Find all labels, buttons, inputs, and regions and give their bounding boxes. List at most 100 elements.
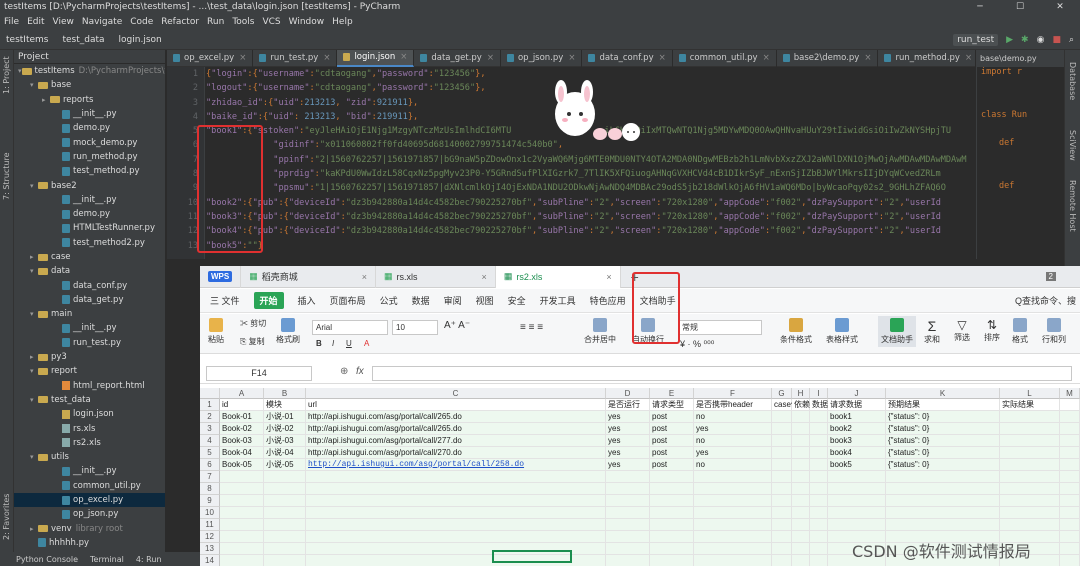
project-tree-item[interactable]: rs2.xls [14, 436, 165, 450]
project-tree-item[interactable]: op_json.py [14, 507, 165, 521]
row-header[interactable]: 11 [200, 519, 220, 531]
wps-menu-item[interactable]: 开始 [253, 292, 284, 309]
grid-cell[interactable]: book1 [828, 411, 886, 423]
grid-cell[interactable]: url [306, 399, 406, 411]
grid-cell[interactable]: Book-05 [220, 459, 264, 471]
close-tab-icon[interactable]: × [965, 53, 972, 63]
wps-menu-item[interactable]: 页面布局 [330, 294, 366, 307]
grid-cell[interactable]: yes [694, 423, 772, 435]
editor-tab[interactable]: data_get.py × [414, 49, 501, 67]
project-tree-item[interactable]: ▸ reports [14, 93, 165, 107]
column-header[interactable]: I [810, 388, 828, 399]
grid-cell[interactable] [792, 423, 810, 435]
grid-cell[interactable]: case依赖 [772, 399, 792, 411]
remote-host-tool-button[interactable]: Remote Host [1068, 180, 1077, 232]
project-tree-item[interactable]: common_util.py [14, 479, 165, 493]
column-header[interactable]: A [220, 388, 264, 399]
editor-tab[interactable]: run_method.py × [878, 49, 980, 67]
grid-cell[interactable] [792, 411, 810, 423]
grid-cell[interactable]: 预期结果 [886, 399, 1000, 411]
grid-cell[interactable]: book2 [828, 423, 886, 435]
grid-cell[interactable]: id [220, 399, 264, 411]
grid-cell[interactable] [810, 423, 828, 435]
favorites-tool-button[interactable]: 2: Favorites [2, 494, 11, 540]
grid-cell[interactable]: post [650, 435, 694, 447]
font-select[interactable]: Arial [312, 320, 388, 335]
grid-cell[interactable] [792, 447, 810, 459]
expand-arrow-icon[interactable]: ▸ [30, 253, 38, 261]
grid-cell[interactable]: book4 [828, 447, 886, 459]
grid-cell[interactable]: yes [606, 411, 650, 423]
split-editor-tab[interactable]: base\demo.py [980, 54, 1037, 63]
close-icon[interactable]: ✕ [1040, 2, 1080, 12]
project-tree-item[interactable]: mock_demo.py [14, 135, 165, 149]
project-tree-item[interactable]: HTMLTestRunner.py [14, 221, 165, 235]
grid-cell[interactable] [810, 459, 828, 471]
row-header[interactable]: 3 [200, 423, 220, 435]
menu-item-help[interactable]: Help [332, 17, 353, 27]
run-tab[interactable]: 4: Run [136, 555, 162, 564]
project-tree-item[interactable]: demo.py [14, 207, 165, 221]
cut-button[interactable]: ✂ 剪切 [240, 318, 266, 329]
grid-cell[interactable]: {"status": 0} [886, 447, 1000, 459]
expand-arrow-icon[interactable]: ▾ [30, 367, 38, 375]
grid-cell[interactable] [772, 411, 792, 423]
menu-item-refactor[interactable]: Refactor [161, 17, 199, 27]
row-header[interactable]: 2 [200, 411, 220, 423]
column-header[interactable]: K [886, 388, 1000, 399]
editor-tab[interactable]: data_conf.py × [582, 49, 673, 67]
grid-cell[interactable]: 实际结果 [1000, 399, 1060, 411]
wps-menu-item[interactable]: 审阅 [444, 294, 462, 307]
grid-cell[interactable] [792, 435, 810, 447]
project-tree-item[interactable]: data_conf.py [14, 278, 165, 292]
menu-item-tools[interactable]: Tools [232, 17, 254, 27]
sciview-tool-button[interactable]: SciView [1068, 130, 1077, 161]
grid-cell[interactable] [1000, 435, 1060, 447]
close-tab-icon[interactable]: × [568, 53, 575, 63]
column-header[interactable]: C [306, 388, 606, 399]
sort-button[interactable]: ⇅ 排序 [984, 318, 1000, 343]
grid-cell[interactable] [772, 423, 792, 435]
editor-tab[interactable]: op_json.py × [501, 49, 583, 67]
grid-cell[interactable] [772, 435, 792, 447]
maximize-icon[interactable]: ☐ [1000, 2, 1040, 12]
close-tab-icon[interactable]: × [239, 53, 246, 63]
run-icon[interactable]: ▶ [1006, 35, 1013, 45]
grid-cell[interactable] [1000, 423, 1060, 435]
grid-cell[interactable]: http://api.ishugui.com/asg/portal/call/2… [306, 447, 606, 459]
selected-cell[interactable] [492, 550, 572, 563]
project-tree-item[interactable]: ▾ test_data [14, 393, 165, 407]
italic-icon[interactable]: I [332, 339, 334, 348]
column-header[interactable]: J [828, 388, 886, 399]
project-tree-item[interactable]: ▸ case [14, 250, 165, 264]
wps-tab[interactable]: ▦ rs.xls × [376, 265, 496, 288]
grid-cell[interactable]: http://api.ishugui.com/asg/portal/call/2… [306, 411, 606, 423]
row-header[interactable]: 7 [200, 471, 220, 483]
grid-cell[interactable]: book3 [828, 435, 886, 447]
expand-arrow-icon[interactable]: ▾ [30, 81, 38, 89]
grid-cell[interactable]: 请求数据 [828, 399, 886, 411]
grid-cell[interactable]: yes [606, 447, 650, 459]
close-tab-icon[interactable]: × [323, 53, 330, 63]
grid-cell[interactable]: 是否携带header [694, 399, 772, 411]
run-config-select[interactable]: run_test [953, 33, 999, 46]
project-tree-item[interactable]: __init__.py [14, 193, 165, 207]
project-tree-item[interactable]: ▾ main [14, 307, 165, 321]
close-tab-icon[interactable]: × [864, 53, 871, 63]
column-header[interactable]: G [772, 388, 792, 399]
close-tab-icon[interactable]: × [763, 53, 770, 63]
debug-icon[interactable]: ✱ [1021, 35, 1029, 45]
project-tree-item[interactable]: __init__.py [14, 321, 165, 335]
row-header[interactable]: 5 [200, 447, 220, 459]
close-tab-icon[interactable]: × [487, 53, 494, 63]
expand-arrow-icon[interactable]: ▾ [30, 396, 38, 404]
editor-tab[interactable]: base2\demo.py × [777, 49, 879, 67]
zoom-icon[interactable]: ⊕ [340, 366, 348, 377]
grid-cell[interactable]: 小说-04 [264, 447, 306, 459]
currency-icons[interactable]: ¥ · % ⁰⁰⁰ [680, 339, 714, 350]
font-size-select[interactable]: 10 [392, 320, 438, 335]
grid-cell[interactable]: no [694, 435, 772, 447]
grid-cell[interactable]: Book-02 [220, 423, 264, 435]
stop-icon[interactable]: ■ [1052, 35, 1061, 45]
grid-cell[interactable]: book5 [828, 459, 886, 471]
